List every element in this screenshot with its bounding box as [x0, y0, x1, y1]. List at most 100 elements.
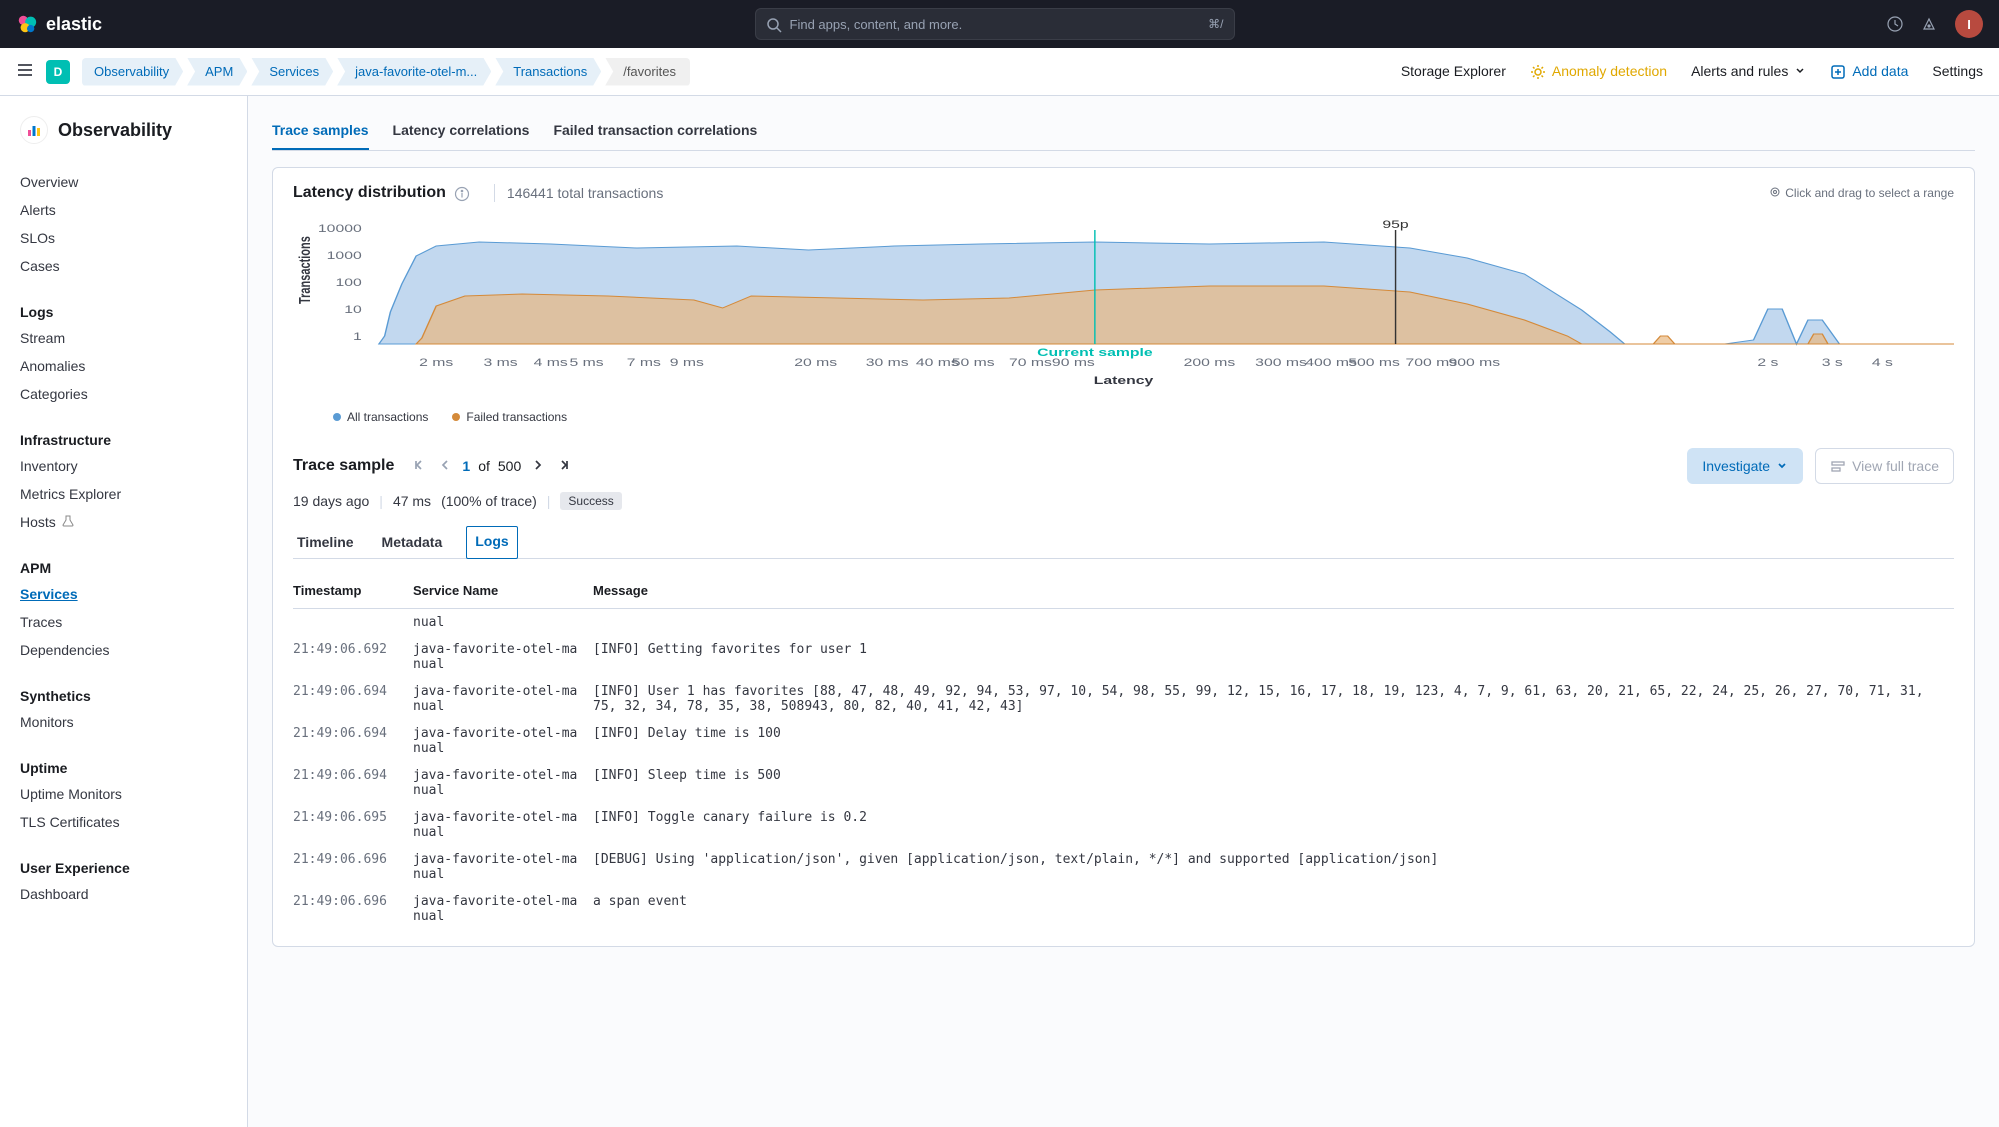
svg-text:70 ms: 70 ms: [1009, 356, 1052, 368]
log-service: java-favorite-otel-manual: [413, 846, 593, 888]
chevron-down-icon: [1776, 458, 1788, 474]
breadcrumb-service-name[interactable]: java-favorite-otel-m...: [337, 58, 491, 86]
pager-first-icon[interactable]: [410, 456, 428, 477]
tab-failed-correlations[interactable]: Failed transaction correlations: [553, 112, 757, 150]
nav-toggle-icon[interactable]: [16, 61, 34, 82]
sidebar-group-ux: User Experience: [0, 852, 247, 880]
sidebar-group-uptime: Uptime: [0, 752, 247, 780]
info-icon[interactable]: [454, 184, 470, 201]
svg-text:Latency: Latency: [1094, 374, 1154, 386]
storage-explorer-link[interactable]: Storage Explorer: [1401, 63, 1506, 79]
sidebar-item-services[interactable]: Services: [0, 580, 247, 608]
table-row[interactable]: 21:49:06.695java-favorite-otel-manual[IN…: [293, 804, 1954, 846]
breadcrumb-services[interactable]: Services: [251, 58, 333, 86]
brand-logo[interactable]: elastic: [16, 13, 102, 35]
pager-last-icon[interactable]: [555, 456, 573, 477]
sidebar-item-metrics-explorer[interactable]: Metrics Explorer: [0, 480, 247, 508]
table-row[interactable]: 21:49:06.692java-favorite-otel-manual[IN…: [293, 636, 1954, 678]
breadcrumb-transactions[interactable]: Transactions: [495, 58, 601, 86]
newsfeed-icon[interactable]: [1921, 15, 1939, 33]
app-header: D Observability APM Services java-favori…: [0, 48, 1999, 96]
sidebar-item-categories[interactable]: Categories: [0, 380, 247, 408]
elastic-logo-icon: [16, 13, 38, 35]
global-header: elastic Find apps, content, and more. ⌘/…: [0, 0, 1999, 48]
svg-text:7 ms: 7 ms: [627, 356, 661, 368]
tab-latency-correlations[interactable]: Latency correlations: [393, 112, 530, 150]
add-data-link[interactable]: Add data: [1830, 63, 1908, 80]
col-message[interactable]: Message: [593, 575, 1954, 609]
sidebar-item-dependencies[interactable]: Dependencies: [0, 636, 247, 664]
trace-pct: (100% of trace): [441, 493, 537, 509]
pager-prev-icon[interactable]: [436, 456, 454, 477]
inner-tab-metadata[interactable]: Metadata: [378, 526, 447, 558]
sidebar-item-traces[interactable]: Traces: [0, 608, 247, 636]
inner-tab-timeline[interactable]: Timeline: [293, 526, 358, 558]
table-row[interactable]: 21:49:06.696java-favorite-otel-manuala s…: [293, 888, 1954, 930]
table-row[interactable]: 21:49:06.694java-favorite-otel-manual[IN…: [293, 720, 1954, 762]
sidebar-item-synthetics-monitors[interactable]: Monitors: [0, 708, 247, 736]
svg-text:5 ms: 5 ms: [569, 356, 603, 368]
sidebar: Observability Overview Alerts SLOs Cases…: [0, 96, 248, 1127]
svg-text:95p: 95p: [1382, 218, 1408, 230]
investigate-button[interactable]: Investigate: [1687, 448, 1803, 484]
anomaly-detection-link[interactable]: Anomaly detection: [1530, 63, 1667, 80]
breadcrumb-apm[interactable]: APM: [187, 58, 247, 86]
svg-text:200 ms: 200 ms: [1184, 356, 1236, 368]
trace-duration: 47 ms: [393, 493, 431, 509]
pager-of: of: [478, 458, 490, 474]
sidebar-item-alerts[interactable]: Alerts: [0, 196, 247, 224]
alerts-rules-dropdown[interactable]: Alerts and rules: [1691, 63, 1806, 79]
latency-chart[interactable]: Transactions 10000 1000 100 10 1 Current…: [293, 214, 1954, 394]
col-timestamp[interactable]: Timestamp: [293, 575, 413, 609]
log-ts: 21:49:06.695: [293, 804, 413, 846]
legend-all[interactable]: All transactions: [333, 410, 428, 424]
search-placeholder: Find apps, content, and more.: [790, 17, 1209, 32]
table-row[interactable]: nual: [293, 609, 1954, 637]
main-content: Trace samples Latency correlations Faile…: [248, 96, 1999, 1127]
sidebar-item-hosts[interactable]: Hosts: [0, 508, 247, 536]
sidebar-item-uptime-monitors[interactable]: Uptime Monitors: [0, 780, 247, 808]
sidebar-item-tls-certificates[interactable]: TLS Certificates: [0, 808, 247, 836]
sidebar-item-anomalies[interactable]: Anomalies: [0, 352, 247, 380]
sidebar-item-cases[interactable]: Cases: [0, 252, 247, 280]
log-service: java-favorite-otel-manual: [413, 720, 593, 762]
log-service: java-favorite-otel-manual: [413, 762, 593, 804]
sidebar-item-inventory[interactable]: Inventory: [0, 452, 247, 480]
log-message: [INFO] Sleep time is 500: [593, 762, 1954, 804]
trace-meta: 19 days ago | 47 ms (100% of trace) | Su…: [293, 492, 1954, 510]
sidebar-item-overview[interactable]: Overview: [0, 168, 247, 196]
log-service: java-favorite-otel-manual: [413, 636, 593, 678]
table-row[interactable]: 21:49:06.694java-favorite-otel-manual[IN…: [293, 762, 1954, 804]
svg-text:1: 1: [353, 330, 362, 342]
breadcrumb-current: /favorites: [605, 58, 690, 86]
svg-text:4 ms: 4 ms: [534, 356, 568, 368]
view-full-trace-button: View full trace: [1815, 448, 1954, 484]
target-icon: [1769, 186, 1781, 201]
table-row[interactable]: 21:49:06.696java-favorite-otel-manual[DE…: [293, 846, 1954, 888]
inner-tab-logs[interactable]: Logs: [466, 526, 517, 559]
help-icon[interactable]: [1887, 15, 1905, 33]
svg-text:90 ms: 90 ms: [1052, 356, 1095, 368]
table-row[interactable]: 21:49:06.694java-favorite-otel-manual[IN…: [293, 678, 1954, 720]
svg-text:30 ms: 30 ms: [866, 356, 909, 368]
sidebar-item-slos[interactable]: SLOs: [0, 224, 247, 252]
sidebar-item-stream[interactable]: Stream: [0, 324, 247, 352]
tab-trace-samples[interactable]: Trace samples: [272, 112, 369, 150]
deployment-badge[interactable]: D: [46, 60, 70, 84]
pager-total: 500: [498, 458, 521, 474]
pager-next-icon[interactable]: [529, 456, 547, 477]
total-transactions: 146441 total transactions: [507, 185, 663, 201]
col-service[interactable]: Service Name: [413, 575, 593, 609]
sidebar-item-dashboard[interactable]: Dashboard: [0, 880, 247, 908]
svg-text:2 ms: 2 ms: [419, 356, 453, 368]
legend-failed[interactable]: Failed transactions: [452, 410, 567, 424]
settings-link[interactable]: Settings: [1932, 63, 1983, 79]
add-data-icon: [1830, 63, 1846, 80]
global-search-input[interactable]: Find apps, content, and more. ⌘/: [755, 8, 1235, 40]
trace-age: 19 days ago: [293, 493, 369, 509]
user-avatar[interactable]: I: [1955, 10, 1983, 38]
svg-text:9 ms: 9 ms: [670, 356, 704, 368]
breadcrumb-observability[interactable]: Observability: [82, 58, 183, 86]
observability-icon: [20, 116, 48, 144]
pager-current: 1: [462, 458, 470, 474]
